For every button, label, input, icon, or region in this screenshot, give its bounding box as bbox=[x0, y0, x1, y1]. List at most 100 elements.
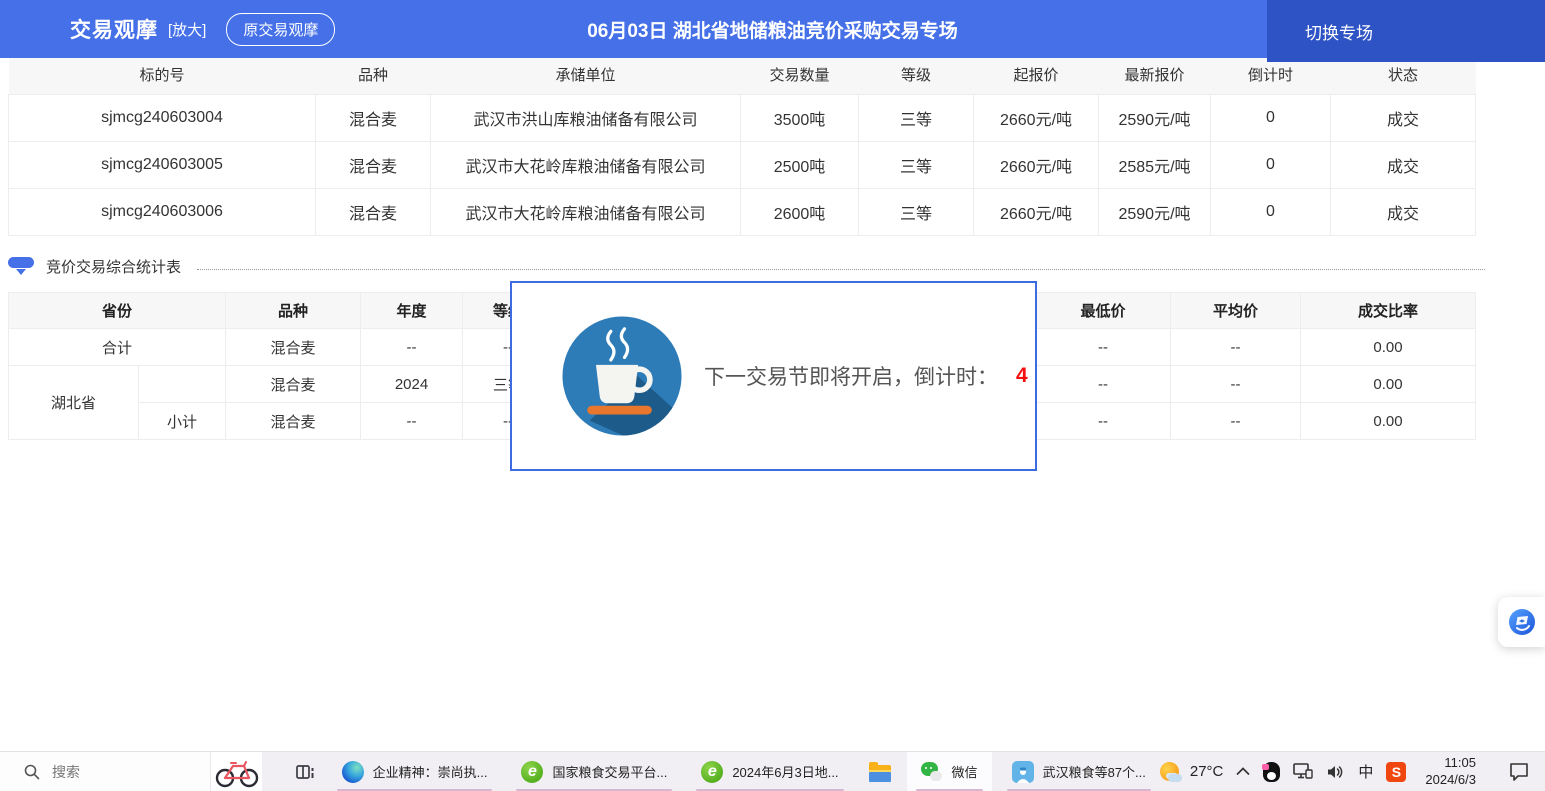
variety: 混合麦 bbox=[226, 329, 361, 366]
table-row: sjmcg240603004 混合麦 武汉市洪山库粮油储备有限公司 3500吨 … bbox=[9, 95, 1476, 142]
bicycle-icon bbox=[213, 756, 261, 788]
variety: 混合麦 bbox=[316, 142, 431, 189]
countdown: 0 bbox=[1211, 142, 1331, 189]
taskbar-clock[interactable]: 11:05 2024/6/3 bbox=[1425, 755, 1476, 789]
network-display-icon bbox=[1293, 763, 1313, 780]
col-min-price: 最低价 bbox=[1036, 293, 1171, 329]
clock-time: 11:05 bbox=[1425, 755, 1476, 772]
stats-section-header: 竞价交易综合统计表 bbox=[8, 248, 1537, 284]
quantity: 2500吨 bbox=[741, 142, 859, 189]
quantity: 3500吨 bbox=[741, 95, 859, 142]
switch-session-button[interactable]: 切换专场 bbox=[1267, 0, 1545, 62]
status-badge: 成交 bbox=[1331, 142, 1476, 189]
depot: 武汉市大花岭库粮油储备有限公司 bbox=[431, 189, 741, 236]
deal-ratio: 0.00 bbox=[1301, 329, 1476, 366]
table-row: sjmcg240603006 混合麦 武汉市大花岭库粮油储备有限公司 2600吨… bbox=[9, 189, 1476, 236]
avg-price: -- bbox=[1171, 366, 1301, 403]
system-tray: 27°C bbox=[1160, 755, 1545, 789]
year: 2024 bbox=[361, 366, 463, 403]
stats-section-title: 竞价交易综合统计表 bbox=[46, 256, 181, 277]
table-row: sjmcg240603005 混合麦 武汉市大花岭库粮油储备有限公司 2500吨… bbox=[9, 142, 1476, 189]
col-deal-ratio: 成交比率 bbox=[1301, 293, 1476, 329]
col-avg-price: 平均价 bbox=[1171, 293, 1301, 329]
countdown: 0 bbox=[1211, 95, 1331, 142]
taskbar-tab-grain-platform[interactable]: e 国家粮食交易平台... bbox=[507, 752, 681, 791]
sogou-tray-item[interactable]: S bbox=[1386, 762, 1406, 782]
year: -- bbox=[361, 403, 463, 440]
latest-price: 2585元/吨 bbox=[1099, 142, 1211, 189]
grade: 三等 bbox=[859, 189, 974, 236]
latest-price: 2590元/吨 bbox=[1099, 95, 1211, 142]
min-price: -- bbox=[1036, 403, 1171, 440]
zoom-toggle-link[interactable]: [放大] bbox=[168, 19, 206, 40]
depot: 武汉市洪山库粮油储备有限公司 bbox=[431, 95, 741, 142]
network-tray-item[interactable] bbox=[1293, 763, 1313, 780]
task-view-icon bbox=[295, 762, 315, 782]
scope-label: 合计 bbox=[9, 329, 226, 366]
floating-assistant-button[interactable] bbox=[1498, 597, 1545, 647]
status-badge: 成交 bbox=[1331, 95, 1476, 142]
task-view-button[interactable] bbox=[288, 752, 321, 791]
browser-360-icon: e bbox=[701, 761, 723, 783]
variety: 混合麦 bbox=[316, 189, 431, 236]
col-grade: 等级 bbox=[859, 55, 974, 95]
latest-price: 2590元/吨 bbox=[1099, 189, 1211, 236]
deal-ratio: 0.00 bbox=[1301, 366, 1476, 403]
search-icon bbox=[24, 764, 40, 780]
taskbar-tab-wechat[interactable]: 微信 bbox=[907, 752, 992, 791]
notification-icon bbox=[1509, 762, 1529, 781]
taskbar-tab-grain-app[interactable]: 武汉粮食等87个... bbox=[998, 752, 1160, 791]
qq-tray-item[interactable] bbox=[1263, 762, 1280, 782]
tab-label: 国家粮食交易平台... bbox=[552, 762, 667, 781]
col-variety: 品种 bbox=[226, 293, 361, 329]
volume-icon bbox=[1326, 764, 1345, 780]
min-price: -- bbox=[1036, 366, 1171, 403]
folder-icon bbox=[869, 765, 891, 782]
countdown: 0 bbox=[1211, 189, 1331, 236]
browser-360-icon: e bbox=[521, 761, 543, 783]
avg-price: -- bbox=[1171, 403, 1301, 440]
quantity: 2600吨 bbox=[741, 189, 859, 236]
grain-app-icon bbox=[1012, 761, 1034, 783]
weather-widget[interactable]: 27°C bbox=[1160, 761, 1224, 783]
header-left-group: 交易观摩 [放大] 原交易观摩 bbox=[70, 0, 335, 58]
ime-indicator[interactable]: 中 bbox=[1358, 761, 1373, 782]
deal-ratio: 0.00 bbox=[1301, 403, 1476, 440]
search-highlight-bike-thumbnail[interactable] bbox=[211, 752, 263, 791]
switch-session-label: 切换专场 bbox=[1305, 19, 1373, 44]
search-input[interactable] bbox=[52, 764, 172, 780]
min-price: -- bbox=[1036, 329, 1171, 366]
col-depot: 承储单位 bbox=[431, 55, 741, 95]
status-badge: 成交 bbox=[1331, 189, 1476, 236]
tray-expand-button[interactable] bbox=[1236, 767, 1250, 776]
clock-date: 2024/6/3 bbox=[1425, 772, 1476, 789]
col-province: 省份 bbox=[9, 293, 226, 329]
notification-center-button[interactable] bbox=[1509, 762, 1529, 781]
sub-label: 小计 bbox=[139, 403, 226, 440]
lot-id: sjmcg240603005 bbox=[9, 142, 316, 189]
taskbar-tab-auction-page[interactable]: e 2024年6月3日地... bbox=[687, 752, 852, 791]
qq-penguin-icon bbox=[1263, 762, 1280, 782]
countdown-dialog: 下一交易节即将开启，倒计时： 4 bbox=[510, 281, 1037, 471]
grade: 三等 bbox=[859, 95, 974, 142]
countdown-value: 4 bbox=[1016, 364, 1028, 388]
tab-label: 企业精神：崇尚执... bbox=[373, 762, 488, 781]
volume-tray-item[interactable] bbox=[1326, 764, 1345, 780]
original-view-button[interactable]: 原交易观摩 bbox=[226, 13, 335, 46]
col-start-price: 起报价 bbox=[974, 55, 1099, 95]
tab-label: 武汉粮食等87个... bbox=[1043, 762, 1146, 781]
taskbar-search[interactable] bbox=[0, 752, 211, 791]
start-price: 2660元/吨 bbox=[974, 189, 1099, 236]
open-window-indicator bbox=[337, 789, 493, 791]
sub-label bbox=[139, 366, 226, 403]
temperature-label: 27°C bbox=[1190, 763, 1224, 780]
tab-label: 微信 bbox=[952, 762, 978, 781]
app-title: 交易观摩 bbox=[70, 14, 158, 44]
variety: 混合麦 bbox=[226, 403, 361, 440]
taskbar-file-explorer[interactable] bbox=[859, 752, 901, 791]
weather-icon bbox=[1160, 761, 1182, 783]
taskbar-tab-edge[interactable]: 企业精神：崇尚执... bbox=[328, 752, 502, 791]
ime-label: 中 bbox=[1358, 761, 1373, 782]
table-header-row: 标的号 品种 承储单位 交易数量 等级 起报价 最新报价 倒计时 状态 bbox=[9, 55, 1476, 95]
avg-price: -- bbox=[1171, 329, 1301, 366]
